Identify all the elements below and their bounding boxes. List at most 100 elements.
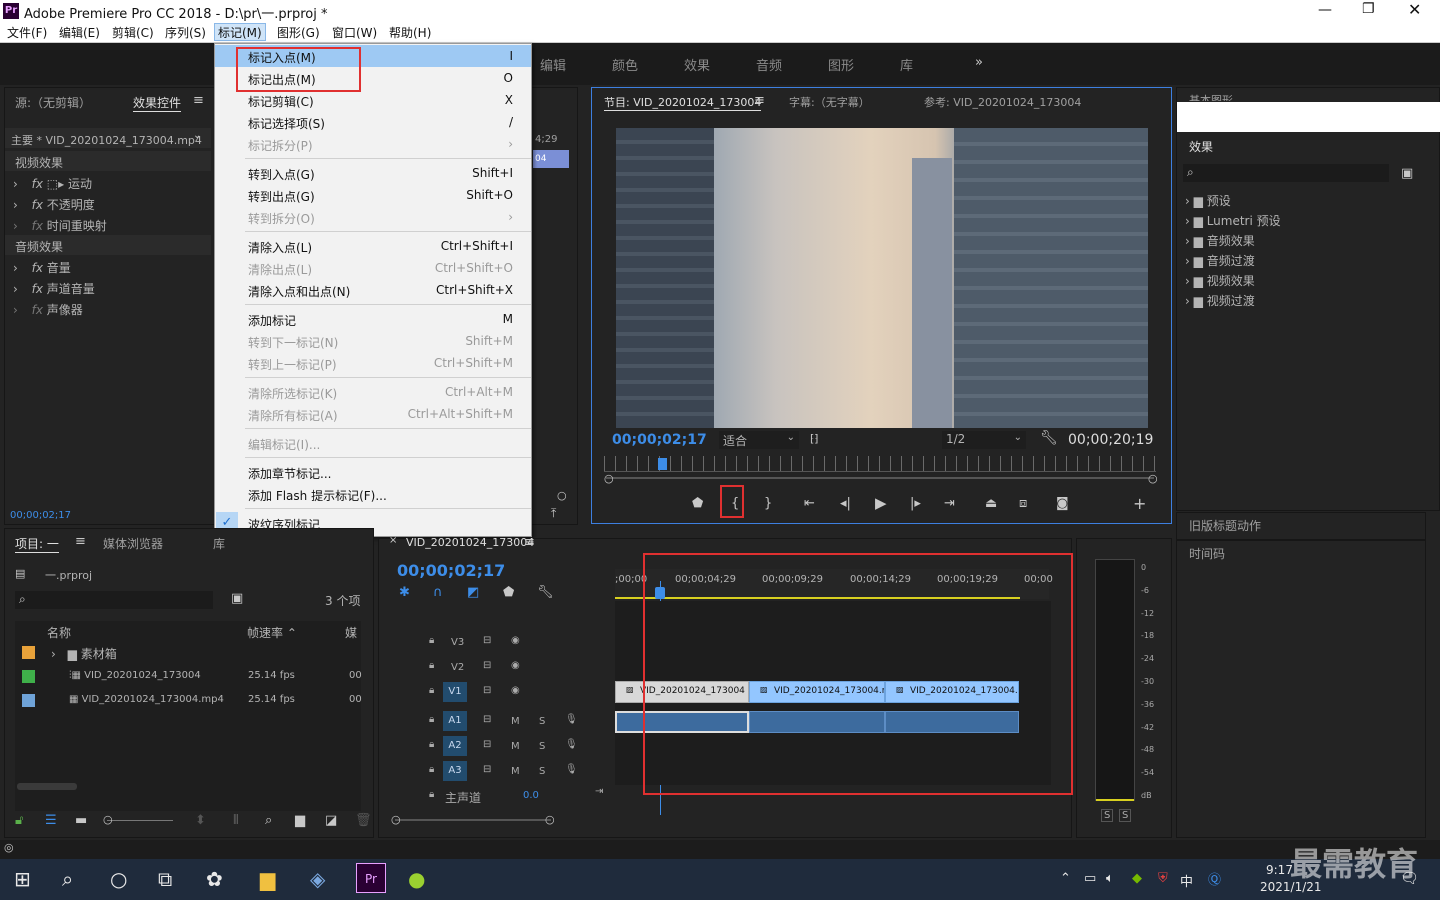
workspace-more-icon[interactable]: » [975, 55, 983, 70]
mark-out-icon[interactable]: } [764, 496, 772, 511]
menu-edit[interactable]: 编辑(E) [56, 24, 103, 41]
menu-help[interactable]: 帮助(H) [386, 24, 434, 41]
track-v3-lock-icon[interactable]: 🔒︎ [429, 635, 434, 646]
solo-right-button[interactable]: S [1119, 809, 1132, 822]
menu-item-add-marker[interactable]: 添加标记 M [215, 308, 531, 330]
legacy-title-actions[interactable]: 旧版标题动作 [1189, 517, 1261, 534]
menu-item-go-to-in[interactable]: 转到入点(G) Shift+I [215, 162, 531, 184]
track-sync-icon[interactable]: ⊟ [483, 660, 491, 671]
sort-icon[interactable]: ⬍ [195, 813, 206, 828]
fx-row-volume[interactable]: › fx 音量 [13, 259, 71, 276]
menu-item-prev-marker[interactable]: 转到上一标记(P) Ctrl+Shift+M [215, 352, 531, 374]
snap-icon[interactable]: ✱ [399, 585, 410, 600]
notepad-icon[interactable]: ◈ [310, 867, 325, 891]
file-explorer-icon[interactable]: ▆ [260, 867, 275, 891]
menu-item-go-to-out[interactable]: 转到出点(G) Shift+O [215, 184, 531, 206]
workspace-tab-edit[interactable]: 编辑 [540, 55, 566, 74]
project-row-bin[interactable]: › ▆ 素材箱 [51, 645, 117, 662]
mic-icon[interactable]: 🎙︎ [565, 739, 578, 750]
folder-icon[interactable]: ▆ [295, 813, 305, 828]
network-icon[interactable]: ▭ [1084, 871, 1096, 886]
mic-icon[interactable]: 🎙︎ [565, 714, 578, 725]
fit-select[interactable]: 适合 ⌄ [719, 431, 799, 449]
qq-icon[interactable]: Ⓠ [1208, 869, 1221, 888]
fx-row-panner[interactable]: › fx 声像器 [13, 301, 83, 318]
icon-view-icon[interactable]: ▬ [75, 813, 87, 828]
timeline-tab[interactable]: VID_20201024_173004 [406, 536, 534, 549]
menu-item-add-flash-marker[interactable]: 添加 Flash 提示标记(F)... [215, 483, 531, 505]
mic-icon[interactable]: 🎙︎ [565, 764, 578, 775]
task-view-icon[interactable]: ⧉ [158, 867, 172, 891]
project-search[interactable]: ⌕ [15, 591, 213, 609]
timeline-h-scrollbar[interactable] [395, 819, 551, 821]
expand-icon[interactable]: › [13, 303, 18, 317]
tab-reference[interactable]: 参考: VID_20201024_173004 [924, 94, 1081, 110]
workspace-tab-graphics[interactable]: 图形 [828, 55, 854, 74]
solo-button[interactable]: S [539, 766, 545, 777]
scroll-handle-icon[interactable]: ○ [545, 813, 555, 826]
col-name[interactable]: 名称 [47, 624, 71, 641]
menu-item-mark-split[interactable]: 标记拆分(P) › [215, 133, 531, 155]
wrench-icon[interactable]: 🔧︎ [537, 585, 554, 600]
track-a3-lock-icon[interactable]: 🔒︎ [429, 764, 434, 775]
extract-icon[interactable]: ⧈ [1019, 496, 1027, 511]
expand-icon[interactable]: › [13, 177, 18, 191]
magnet-icon[interactable]: ∩ [433, 585, 443, 600]
essential-graphics-label[interactable]: 基本图形 [1189, 92, 1233, 101]
cortana-icon[interactable]: ○ [110, 867, 127, 891]
plus-icon[interactable]: + [1133, 494, 1146, 513]
export-frame-icon[interactable]: ⤒ [551, 506, 556, 521]
zoom-handle-right-icon[interactable]: ○ [1148, 472, 1158, 485]
panel-menu-icon[interactable]: ≡ [193, 93, 204, 108]
track-sync-icon[interactable]: ⊟ [483, 635, 491, 646]
timecode-tab[interactable]: 时间码 [1189, 545, 1225, 562]
track-a2-lock-icon[interactable]: 🔒︎ [429, 739, 434, 750]
step-forward-icon[interactable]: |▸ [910, 496, 921, 511]
linked-selection-icon[interactable]: ◩ [467, 585, 479, 600]
eye-icon[interactable]: ◉ [511, 635, 520, 646]
expand-icon[interactable]: › [1185, 234, 1190, 248]
panel-menu-icon[interactable]: ≡ [524, 535, 535, 550]
track-sync-icon[interactable]: ⊟ [483, 714, 491, 725]
go-to-in-icon[interactable]: ⇤ [804, 496, 815, 511]
menu-item-clear-in[interactable]: 清除入点(L) Ctrl+Shift+I [215, 235, 531, 257]
go-to-end-icon[interactable]: ⇥ [595, 786, 603, 797]
program-ruler[interactable] [604, 456, 1156, 472]
marker-icon[interactable]: ⬟ [503, 585, 514, 600]
effects-item-audio-transitions[interactable]: › ▆ 音频过渡 [1185, 252, 1255, 269]
timeline-timecode[interactable]: 00;00;02;17 [397, 561, 505, 580]
menu-item-clear-selected-markers[interactable]: 清除所选标记(K) Ctrl+Alt+M [215, 381, 531, 403]
wrench-icon[interactable]: 🔧︎ [1040, 430, 1058, 446]
expand-icon[interactable]: › [13, 219, 18, 233]
track-sync-icon[interactable]: ⊟ [483, 764, 491, 775]
workspace-tab-effects[interactable]: 效果 [684, 55, 710, 74]
expand-icon[interactable]: › [1185, 254, 1190, 268]
expand-icon[interactable]: › [13, 282, 18, 296]
menu-item-clear-all-markers[interactable]: 清除所有标记(A) Ctrl+Alt+Shift+M [215, 403, 531, 425]
mute-button[interactable]: M [511, 716, 520, 727]
track-v2-lock-icon[interactable]: 🔒︎ [429, 660, 434, 671]
menu-window[interactable]: 窗口(W) [329, 24, 380, 41]
fx-row-channel-volume[interactable]: › fx 声道音量 [13, 280, 95, 297]
playhead-marker[interactable] [658, 458, 667, 470]
maximize-icon[interactable]: ❐ [1362, 1, 1375, 17]
search-icon[interactable]: ⌕ [265, 813, 272, 828]
menu-item-edit-marker[interactable]: 编辑标记(I)... [215, 432, 531, 454]
track-v2-label[interactable]: V2 [451, 662, 464, 673]
solo-left-button[interactable]: S [1101, 809, 1114, 822]
effects-item-lumetri[interactable]: › ▆ Lumetri 预设 [1185, 212, 1281, 229]
track-sync-icon[interactable]: ⊟ [483, 739, 491, 750]
menu-clip[interactable]: 剪辑(C) [109, 24, 157, 41]
menu-sequence[interactable]: 序列(S) [162, 24, 209, 41]
menu-item-next-marker[interactable]: 转到下一标记(N) Shift+M [215, 330, 531, 352]
track-a3-label[interactable]: A3 [443, 761, 467, 781]
new-item-icon[interactable]: ◪ [325, 813, 337, 828]
zoom-bar[interactable] [606, 477, 1154, 479]
windows-start-icon[interactable]: ⊞ [14, 867, 31, 891]
menu-item-go-to-split[interactable]: 转到拆分(O) › [215, 206, 531, 228]
tab-program[interactable]: 节目: VID_20201024_173004 [604, 94, 762, 111]
track-a1-lock-icon[interactable]: 🔒︎ [429, 714, 434, 725]
eye-icon[interactable]: ◉ [511, 660, 520, 671]
trash-icon[interactable]: 🗑︎ [355, 813, 372, 828]
track-a1-label[interactable]: A1 [443, 711, 467, 731]
